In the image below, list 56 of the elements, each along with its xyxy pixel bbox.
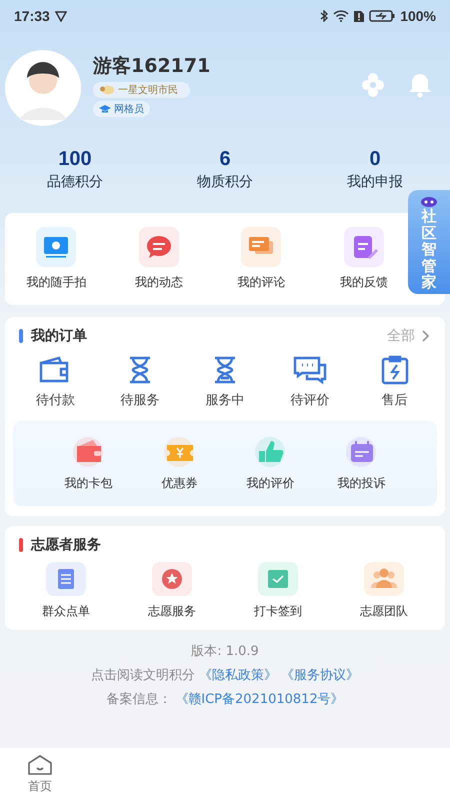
agreement-text: 点击阅读文明积分 [91, 667, 195, 684]
stat-label[interactable]: 品德积分 [47, 173, 103, 191]
volunteer-item[interactable]: 打卡签到 [235, 562, 321, 620]
volunteer-item[interactable]: 群众点单 [23, 562, 109, 620]
order-status[interactable]: 待评价 [274, 355, 346, 409]
bluetooth-icon [320, 10, 328, 22]
user-badge: 网格员 [93, 101, 150, 117]
section-title: 志愿者服务 [31, 536, 101, 554]
record-label: 备案信息： [106, 691, 172, 708]
settings-icon[interactable] [360, 72, 386, 98]
chevron-right-icon [421, 329, 431, 343]
stat-label[interactable]: 物质积分 [197, 173, 253, 191]
order-status[interactable]: 服务中 [188, 355, 261, 409]
calendar-check-icon [258, 562, 298, 596]
stat-value[interactable]: 6 [219, 148, 231, 171]
record-link[interactable]: 《赣ICP备2021010812号》 [175, 690, 344, 708]
policy-link[interactable]: 《服务协议》 [281, 666, 359, 684]
home-icon [27, 754, 53, 776]
robot-icon [420, 194, 438, 208]
chat-bubbles-icon [292, 355, 327, 385]
notepad-icon [46, 562, 86, 596]
order-status[interactable]: 售后 [358, 355, 431, 409]
wifi-icon [333, 10, 350, 22]
cap-icon [99, 104, 111, 114]
benefit-item[interactable]: 优惠券 [144, 433, 214, 492]
volunteer-item[interactable]: 志愿团队 [341, 562, 427, 620]
nav-tab[interactable]: 首页 [8, 748, 72, 800]
user-name: 游客162171 [93, 54, 210, 79]
quick-action[interactable]: 我的随手拍 [13, 227, 100, 291]
stat-label[interactable]: 我的申报 [347, 173, 403, 191]
chat-bubble-icon [138, 227, 179, 267]
quick-action[interactable]: 我的反馈 [320, 227, 407, 291]
order-status[interactable]: 待服务 [104, 355, 176, 409]
battery-icon [369, 10, 396, 22]
screen-eye-icon [36, 227, 76, 267]
people-icon [364, 562, 404, 596]
document-pen-icon [344, 227, 384, 267]
benefit-item[interactable]: 我的投诉 [326, 433, 396, 492]
policy-link[interactable]: 《隐私政策》 [199, 666, 277, 684]
stat-value[interactable]: 0 [369, 148, 381, 171]
status-time: 17:33 [14, 8, 50, 24]
section-title: 我的订单 [31, 327, 87, 345]
stat-value[interactable]: 100 [58, 148, 92, 171]
order-status[interactable]: 待付款 [19, 355, 92, 409]
user-badge: 一星文明市民 [93, 82, 190, 98]
sim-alert-icon [354, 10, 364, 22]
battery-level: 100% [400, 8, 436, 24]
version-text: 版本: 1.0.9 [191, 643, 259, 660]
comments-icon [241, 227, 282, 267]
volunteer-item[interactable]: 志愿服务 [129, 562, 215, 620]
benefit-item[interactable]: 我的卡包 [54, 433, 124, 492]
avatar[interactable] [5, 50, 81, 126]
quick-action[interactable]: 我的动态 [116, 227, 202, 291]
quick-action[interactable]: 我的评论 [218, 227, 304, 291]
benefit-item[interactable]: 我的评价 [236, 433, 306, 492]
notification-icon[interactable] [408, 72, 432, 98]
